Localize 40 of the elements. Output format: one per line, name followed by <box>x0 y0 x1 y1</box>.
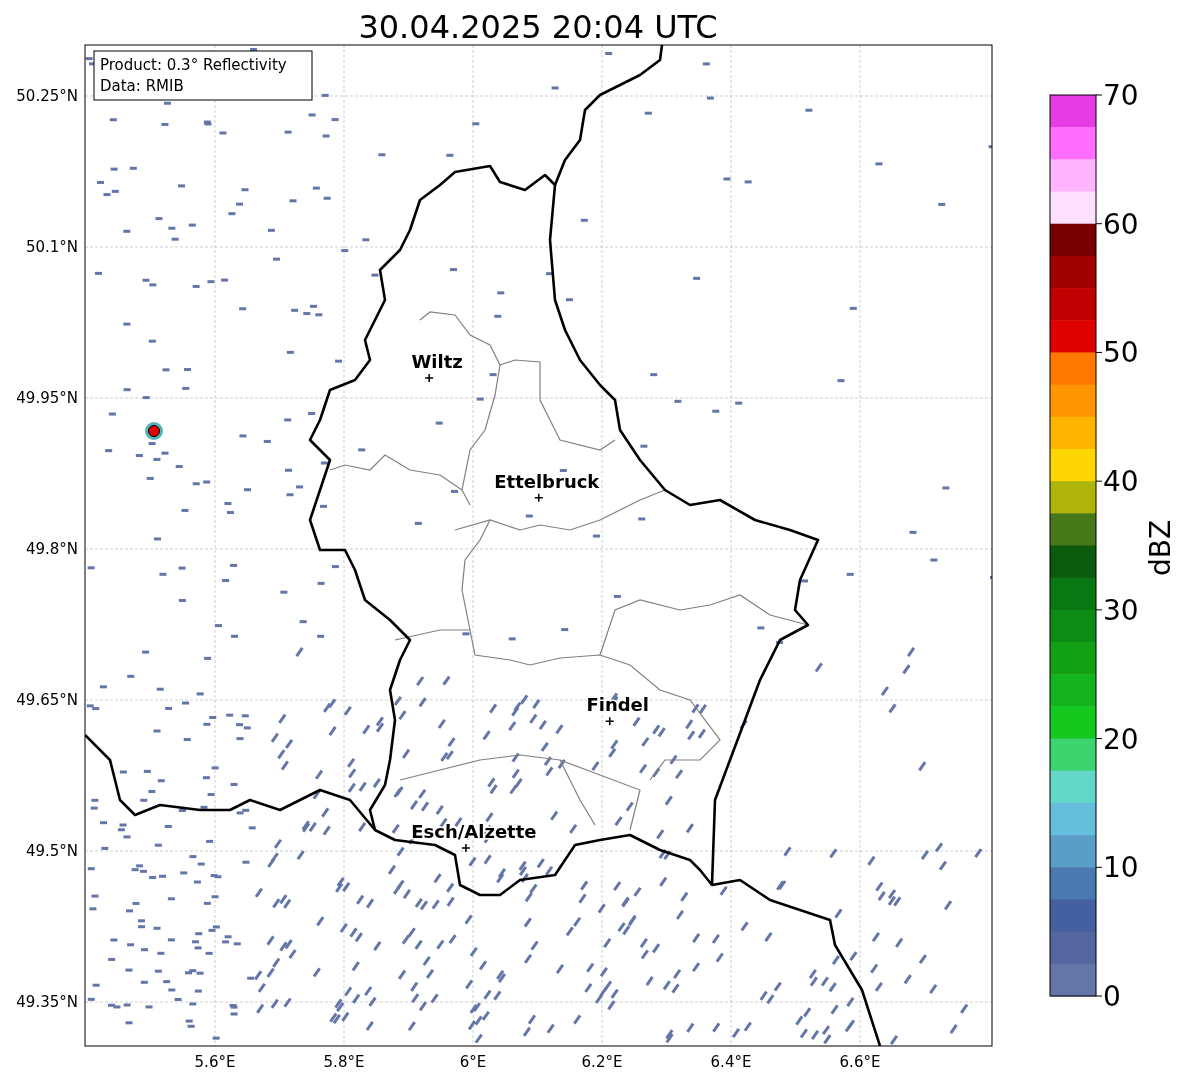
colorbar-tick-label: 70 <box>1103 79 1139 112</box>
colorbar-tick-label: 10 <box>1103 851 1139 885</box>
colorbar-tick <box>1095 351 1103 353</box>
colorbar-tick-label: 0 <box>1103 980 1121 1013</box>
colorbar-tick <box>1095 738 1103 740</box>
axis-tick-label: 49.65°N <box>16 691 78 709</box>
axis-tick-label: 50.1°N <box>25 238 78 256</box>
axis-tick-label: 49.35°N <box>16 993 78 1012</box>
colorbar-tick-label: 50 <box>1103 336 1139 370</box>
axis-tick-label: 6.4°E <box>710 1053 752 1071</box>
colorbar-tick <box>1095 995 1103 997</box>
axis-tick-label: 5.8°E <box>323 1053 365 1071</box>
axis-tick-label: 49.95°N <box>16 389 78 407</box>
axis-tick-label: 50.25°N <box>16 87 78 105</box>
axis-tick-label: 6.2°E <box>581 1053 623 1071</box>
axis-tick-label: 5.6°E <box>194 1053 236 1071</box>
city-marker-icon <box>461 843 471 853</box>
axis-tick-label: 6°E <box>459 1053 487 1071</box>
colorbar-tick <box>1095 609 1103 611</box>
colorbar-tick <box>1095 223 1103 225</box>
axis-tick-label: 49.8°N <box>25 540 78 558</box>
city-label: Findel <box>586 694 649 716</box>
colorbar-label: dBZ <box>1144 519 1177 577</box>
info-text: Product: 0.3° Reflectivity <box>100 56 287 74</box>
colorbar-tick-label: 20 <box>1103 722 1139 756</box>
city-marker-icon <box>534 492 544 503</box>
city-marker-icon <box>424 373 434 383</box>
colorbar-tick <box>1095 480 1103 482</box>
colorbar-tick <box>1095 94 1103 96</box>
axis-tick-label: 49.5°N <box>25 842 78 861</box>
axis-tick-label: 6.6°E <box>839 1053 881 1071</box>
chart-title: 30.04.2025 20:04 UTC <box>358 8 718 46</box>
city-label: Ettelbruck <box>494 470 600 492</box>
city-marker-icon <box>605 716 615 726</box>
city-label: Wiltz <box>411 350 463 372</box>
colorbar-tick <box>1095 866 1103 868</box>
colorbar-tick-label: 40 <box>1103 465 1139 499</box>
info-text: Data: RMIB <box>100 77 184 95</box>
colorbar-tick-label: 60 <box>1103 207 1139 241</box>
colorbar-tick-label: 30 <box>1103 593 1139 627</box>
